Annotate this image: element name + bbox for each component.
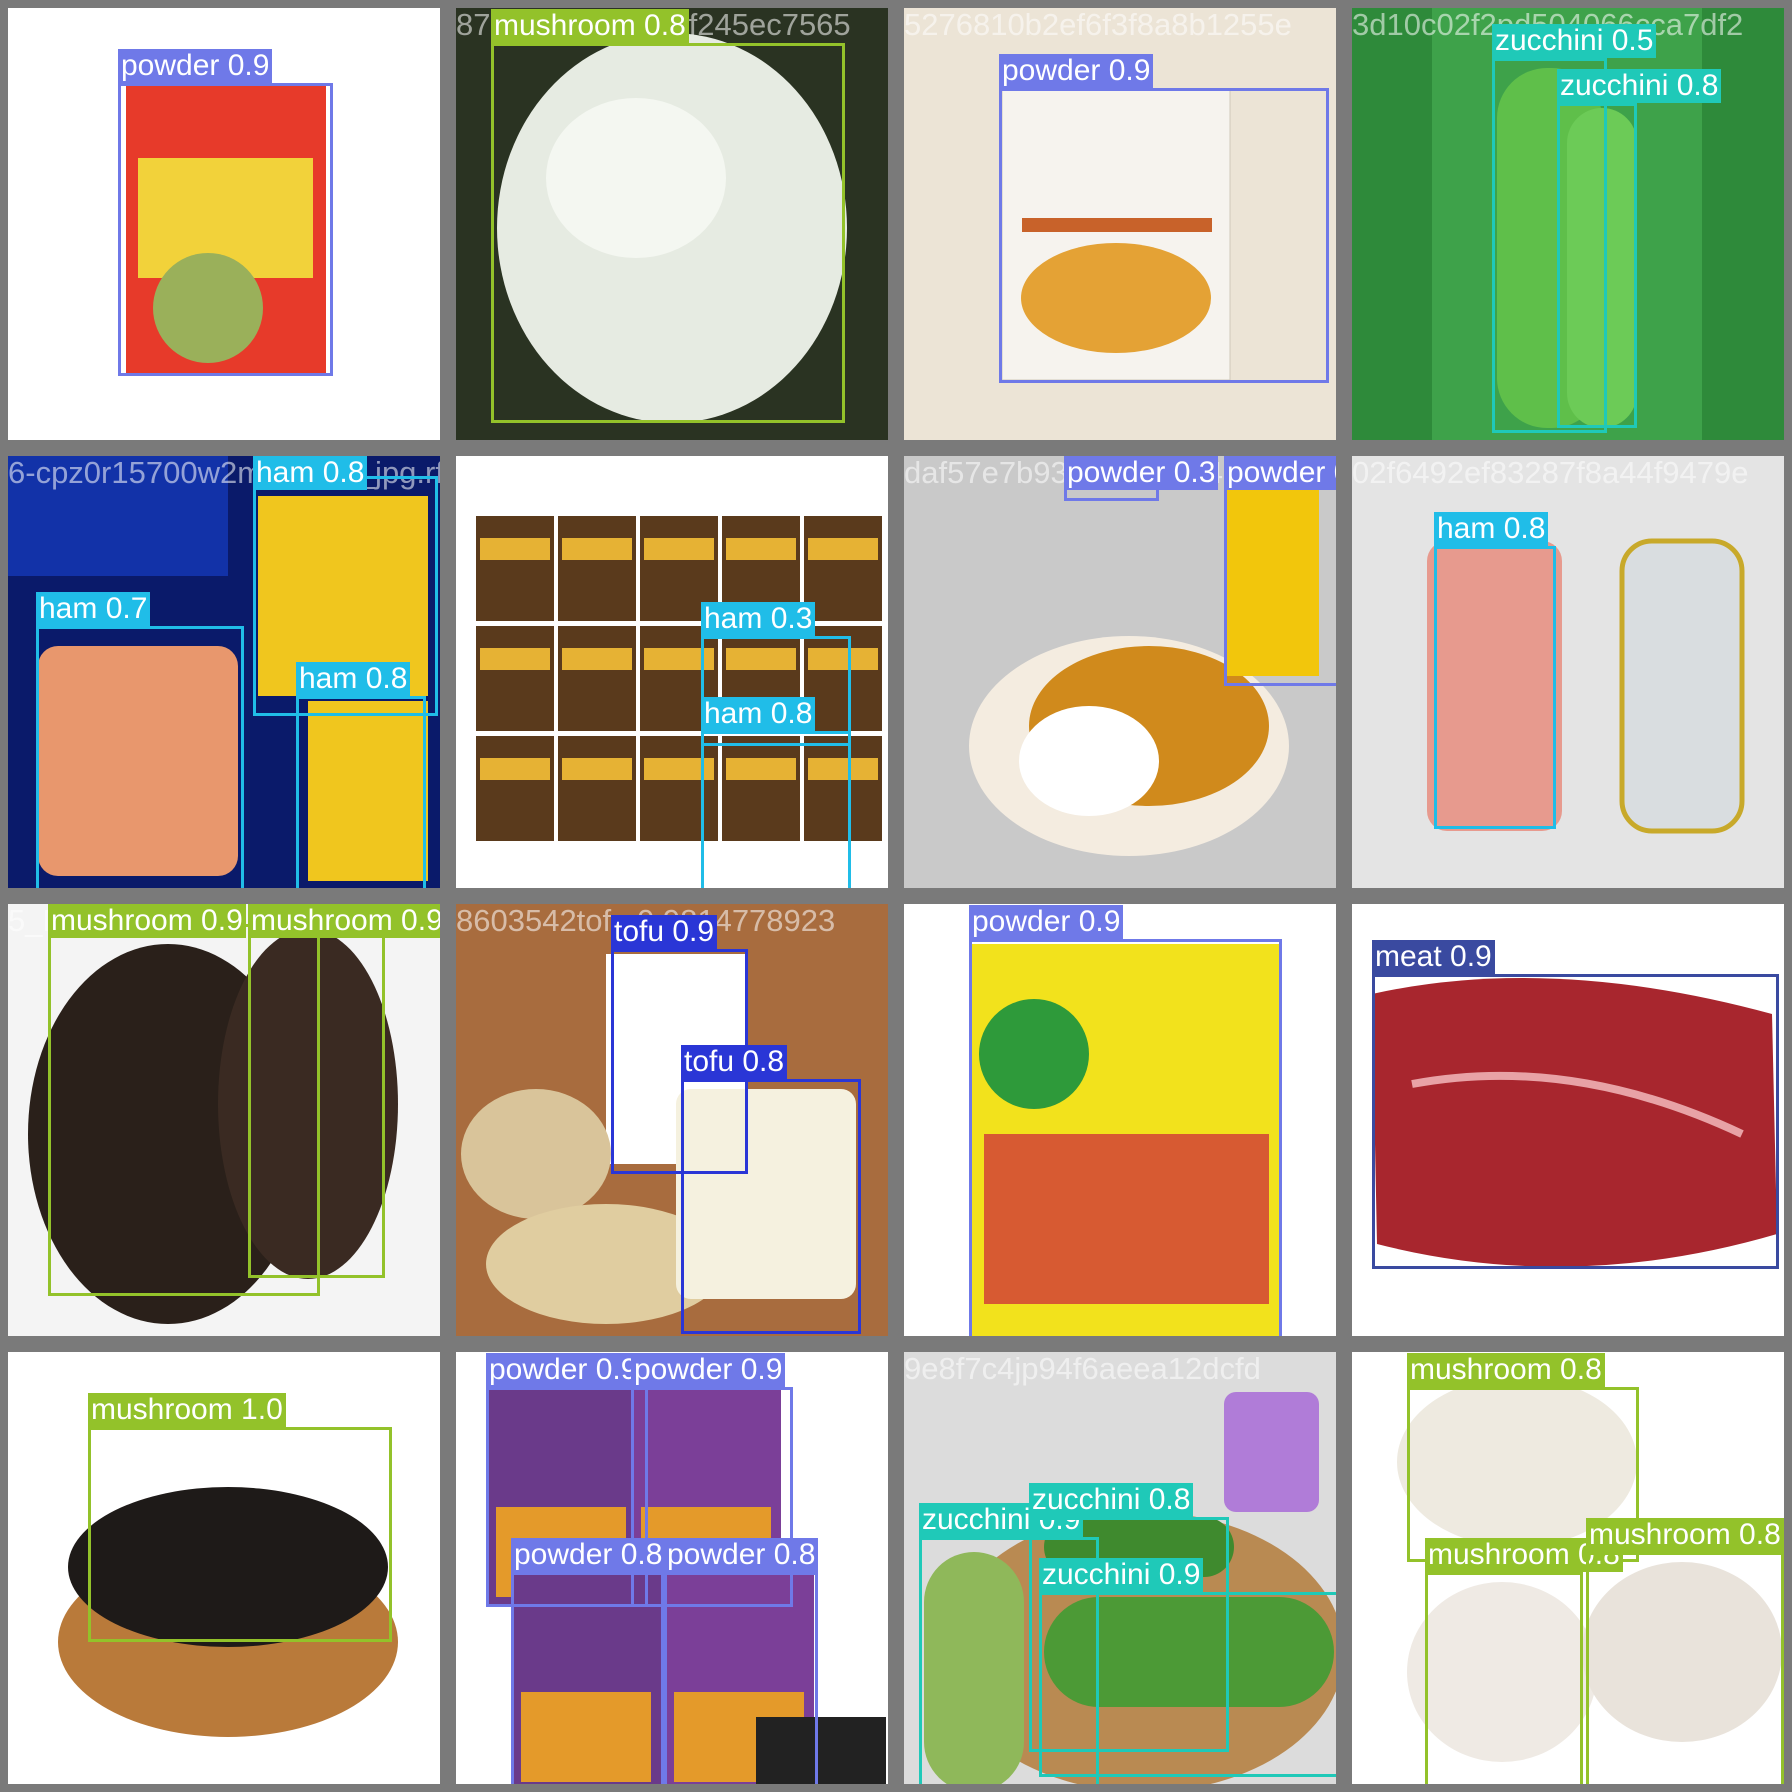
tile-luncheon: g.rf-c76b6cd8369bf82d7c2d ham 0.3 ham 0.8	[456, 456, 888, 888]
bbox-label-tofu: tofu 0.9	[611, 915, 718, 949]
tile-filename: 6_-_112_jpg.rf.00700cdf3b6f7	[8, 8, 420, 42]
tile-asia-curry: 3c_764678powder 0.9powder 0.9powder 0.8p…	[456, 1352, 888, 1784]
bbox-meat	[1372, 974, 1779, 1269]
bbox-label-zucchini: zucchini 0.8	[1557, 69, 1722, 103]
bbox-ham	[1434, 546, 1556, 829]
bbox-label-mushroom: mushroom 0.8	[491, 9, 689, 43]
bbox-label-powder: powder 0.8	[664, 1538, 819, 1572]
tile-ham-tray: 02f6492ef83287f8a44f9479e ham 0.8	[1352, 456, 1784, 888]
bbox-ham	[296, 696, 426, 888]
bbox-label-ham: ham 0.8	[253, 456, 368, 490]
bbox-label-powder: powder 0.7	[1224, 456, 1336, 490]
bbox-label-ham: ham 0.8	[701, 697, 816, 731]
bbox-label-powder: powder 0.3	[1064, 456, 1219, 490]
bbox-label-mushroom: mushroom 0.9	[248, 904, 440, 938]
bbox-mushroom	[88, 1427, 392, 1642]
bbox-label-mushroom: mushroom 0.8	[1407, 1353, 1605, 1387]
bbox-powder	[999, 88, 1329, 383]
bbox-label-zucchini: zucchini 0.9	[1039, 1558, 1204, 1592]
bbox-mushroom	[1425, 1572, 1583, 1784]
tile-puffball: 87mushroom 0.8f245ec7565mushroom 0.8	[456, 8, 888, 440]
tile-zucchini-seeds: 3d10c02f2pd504066cca7df2zucchini 0.5zucc…	[1352, 8, 1784, 440]
tile-filename: 5276810b2ef6f3f8a8b1255e	[904, 8, 1292, 42]
tile-white-mushrooms: 0e_8bed871dmushroom 0.8mushroom 0.8mushr…	[1352, 1352, 1784, 1784]
mosaic-grid: 6_-_112_jpg.rf.00700cdf3b6f7powder 0.987…	[0, 0, 1792, 1792]
tile-filename: 83f59de9b487028a1dfd45cc	[1352, 904, 1746, 938]
bbox-powder	[969, 939, 1282, 1336]
bbox-mushroom	[1586, 1552, 1784, 1784]
bbox-label-mushroom: mushroom 0.9	[48, 904, 246, 938]
bbox-mushroom	[491, 43, 845, 423]
bbox-label-tofu: tofu 0.8	[681, 1045, 788, 1079]
bbox-label-ham: ham 0.8	[1434, 512, 1549, 546]
tile-zucchini-board: 9e8f7c4jp94f6aeea12dcfd zucchini 0.9 zucch…	[904, 1352, 1336, 1784]
bbox-label-mushroom: mushroom 1.0	[88, 1393, 286, 1427]
tile-pancake-powder: 9c0_553f01f5powder 0.9	[904, 904, 1336, 1336]
bbox-label-zucchini: zucchini 0.5	[1492, 24, 1657, 58]
tile-steak: 83f59de9b487028a1dfd45cc meat 0.9	[1352, 904, 1784, 1336]
bbox-powder	[118, 83, 333, 376]
tile-filename: g.rf-c76b6cd8369bf82d7c2d	[456, 456, 843, 490]
bbox-tofu	[681, 1079, 861, 1334]
bbox-label-ham: ham 0.7	[36, 592, 151, 626]
tile-filename: 9e8f7c4jp94f6aeea12dcfd	[904, 1352, 1261, 1386]
bbox-label-powder: powder 0.9	[969, 905, 1124, 939]
bbox-zucchini	[1039, 1592, 1336, 1777]
tile-bag: 6_-_112_jpg.rf.00700cdf3b6f7powder 0.9	[8, 8, 440, 440]
bbox-label-ham: ham 0.8	[296, 662, 411, 696]
bbox-powder	[1224, 471, 1336, 686]
tile-black-fungus: 5_M_109mushroom 0.9mushroom 0.9	[8, 904, 440, 1336]
tile-spam: 6-cpz0r15700w2m9ryp25_jpg.rf-c ham 0.8 ham…	[8, 456, 440, 888]
tile-curry-pack: 5276810b2ef6f3f8a8b1255e powder 0.9	[904, 8, 1336, 440]
bbox-zucchini	[1557, 103, 1637, 428]
tile-photo-ham-tray	[1427, 538, 1745, 834]
bbox-mushroom	[248, 924, 385, 1278]
tile-fungus-bowl: 7__110_png.rf.807a44107735 mushroom 1.0	[8, 1352, 440, 1784]
bbox-label-powder: powder 0.8	[511, 1538, 666, 1572]
tile-filename: 7__110_png.rf.807a44107735	[8, 1352, 422, 1386]
tile-filename: 02f6492ef83287f8a44f9479e	[1352, 456, 1749, 490]
bbox-powder	[511, 1572, 664, 1784]
bbox-label-powder: powder 0.9	[486, 1353, 641, 1387]
bbox-label-meat: meat 0.9	[1372, 940, 1495, 974]
bbox-label-zucchini: zucchini 0.8	[1029, 1483, 1194, 1517]
bbox-label-ham: ham 0.3	[701, 602, 816, 636]
bbox-label-powder: powder 0.9	[999, 54, 1154, 88]
bbox-ham	[701, 731, 851, 888]
bbox-label-powder: powder 0.9	[631, 1353, 786, 1387]
bbox-label-powder: powder 0.9	[118, 49, 273, 83]
bbox-powder	[664, 1572, 818, 1784]
tile-curry-plate: daf57e7b9305de4b574e0powder 0.3powder 0.…	[904, 456, 1336, 888]
tile-tofu: 8603542tofu 0.9814778923 tofu 0.9 tofu 0.8	[456, 904, 888, 1336]
bbox-label-mushroom: mushroom 0.8	[1586, 1518, 1784, 1552]
bbox-ham	[36, 626, 244, 888]
